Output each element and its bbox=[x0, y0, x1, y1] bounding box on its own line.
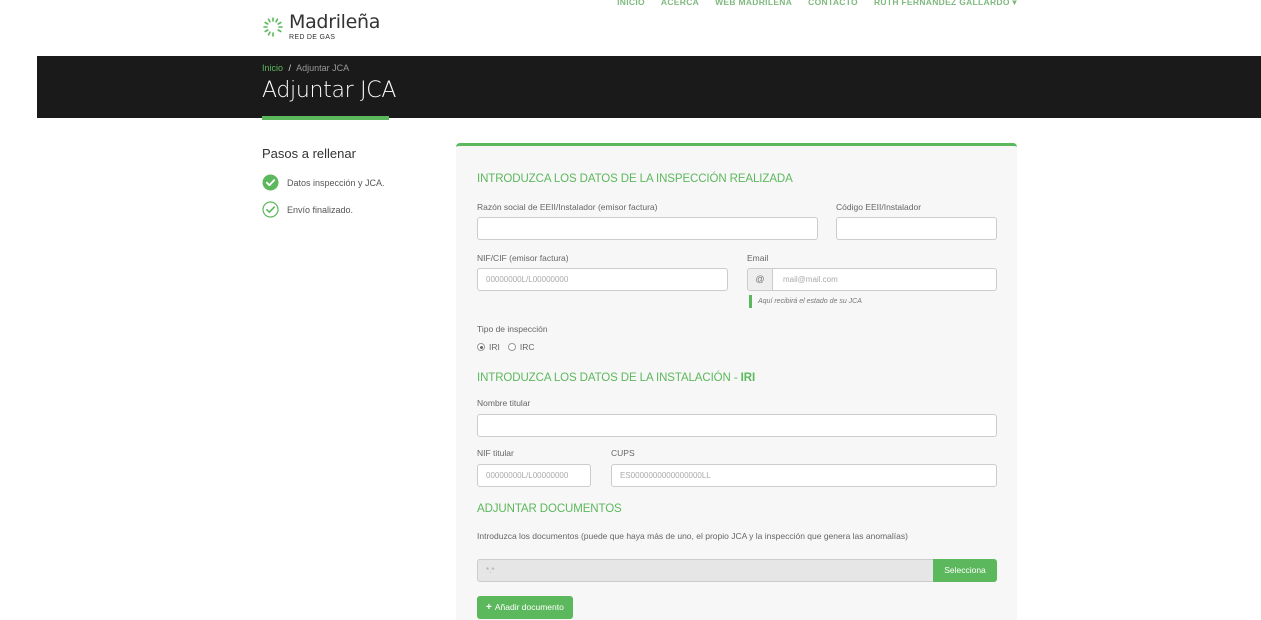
main-nav: INICIO ACERCA WEB MADRILEÑA CONTACTO RUT… bbox=[617, 0, 1017, 8]
title-underline bbox=[262, 116, 389, 120]
nif-input[interactable]: 00000000L/L00000000 bbox=[477, 268, 728, 291]
section-title-instalacion: INTRODUZCA LOS DATOS DE LA INSTALACIÓN -… bbox=[477, 372, 755, 384]
radio-iri[interactable] bbox=[477, 343, 485, 351]
radio-irc[interactable] bbox=[507, 343, 516, 351]
email-hint: Aquí recibirá el estado de su JCA bbox=[749, 295, 862, 308]
nav-item-contacto[interactable]: CONTACTO bbox=[808, 0, 858, 8]
check-circle-filled-icon bbox=[262, 174, 279, 191]
nav-item-acerca[interactable]: ACERCA bbox=[661, 0, 699, 8]
step-item-datos: Datos inspección y JCA. bbox=[262, 174, 385, 191]
page-title: Adjuntar JCA bbox=[262, 78, 397, 103]
step-label: Envío finalizado. bbox=[287, 204, 354, 215]
documentos-description: Introduzca los documentos (puede que hay… bbox=[477, 531, 908, 541]
nif-label: NIF/CIF (emisor factura) bbox=[477, 253, 569, 263]
step-item-envio: Envío finalizado. bbox=[262, 201, 353, 218]
select-file-button[interactable]: Selecciona bbox=[933, 559, 997, 582]
breadcrumb: Inicio / Adjuntar JCA bbox=[262, 63, 349, 73]
plus-icon: + bbox=[486, 602, 492, 613]
section-title-inspeccion: INTRODUZCA LOS DATOS DE LA INSPECCIÓN RE… bbox=[477, 173, 793, 185]
section-title-documentos: ADJUNTAR DOCUMENTOS bbox=[477, 503, 622, 515]
radio-iri-label[interactable]: IRI bbox=[489, 342, 500, 352]
cups-input[interactable]: ES0000000000000000LL bbox=[611, 464, 997, 487]
section-title-instalacion-text: INTRODUZCA LOS DATOS DE LA INSTALACIÓN - bbox=[477, 372, 741, 384]
nav-item-web-madrilena[interactable]: WEB MADRILEÑA bbox=[715, 0, 792, 8]
radio-irc-label[interactable]: IRC bbox=[520, 342, 535, 352]
logo-burst-icon bbox=[263, 17, 283, 37]
user-menu[interactable]: RUTH FERNANDEZ GALLARDO ▾ bbox=[874, 0, 1017, 8]
file-path-field[interactable]: *.* bbox=[477, 559, 934, 582]
top-navbar: Madrileña RED DE GAS INICIO ACERCA WEB M… bbox=[0, 0, 1261, 56]
brand-logo[interactable]: Madrileña RED DE GAS bbox=[262, 13, 380, 41]
form-panel: INTRODUZCA LOS DATOS DE LA INSPECCIÓN RE… bbox=[456, 143, 1017, 620]
codigo-input[interactable] bbox=[836, 217, 997, 240]
section-title-instalacion-type: IRI bbox=[740, 372, 756, 384]
breadcrumb-separator: / bbox=[288, 63, 292, 73]
add-document-label: Añadir documento bbox=[494, 602, 564, 612]
nombre-titular-input[interactable] bbox=[477, 414, 997, 437]
breadcrumb-home-link[interactable]: Inicio bbox=[262, 63, 283, 73]
email-input[interactable]: mail@mail.com bbox=[772, 268, 997, 291]
nif-titular-label: NIF titular bbox=[477, 448, 514, 458]
breadcrumb-current: Adjuntar JCA bbox=[296, 63, 350, 73]
email-label: Email bbox=[747, 253, 769, 263]
razon-social-input[interactable] bbox=[477, 217, 818, 240]
add-document-button[interactable]: + Añadir documento bbox=[477, 596, 573, 619]
page: Madrileña RED DE GAS INICIO ACERCA WEB M… bbox=[0, 0, 1261, 620]
cups-label: CUPS bbox=[611, 448, 635, 458]
codigo-label: Código EEII/Instalador bbox=[836, 202, 922, 212]
brand-name: Madrileña bbox=[289, 11, 381, 33]
steps-title: Pasos a rellenar bbox=[262, 146, 356, 161]
nif-titular-input[interactable]: 00000000L/L00000000 bbox=[477, 464, 591, 487]
step-label: Datos inspección y JCA. bbox=[287, 177, 385, 188]
tipo-inspeccion-label: Tipo de inspección bbox=[477, 324, 548, 334]
email-at-addon: @ bbox=[747, 268, 773, 291]
nav-item-inicio[interactable]: INICIO bbox=[617, 0, 645, 8]
nombre-titular-label: Nombre titular bbox=[477, 398, 531, 408]
check-circle-outline-icon bbox=[262, 201, 279, 218]
tipo-inspeccion-radio-group: IRI IRC bbox=[477, 342, 535, 352]
brand-subtitle: RED DE GAS bbox=[289, 34, 336, 41]
page-header: Inicio / Adjuntar JCA Adjuntar JCA bbox=[37, 56, 1261, 118]
razon-social-label: Razón social de EEII/Instalador (emisor … bbox=[477, 202, 658, 212]
